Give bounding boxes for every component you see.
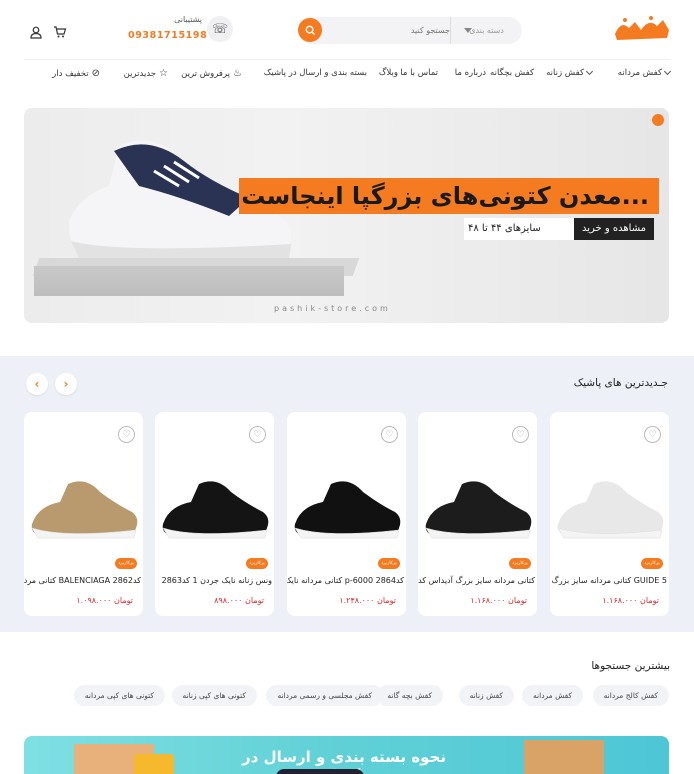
nav-item-contact[interactable]: تماس با ما xyxy=(400,68,438,78)
nav-item-about[interactable]: درباره ما xyxy=(455,68,486,78)
nav-item-newest[interactable]: جدیدترین ☆ xyxy=(124,68,168,79)
product-name[interactable]: کتانی مردانه سایز بزرگ آدیداس کد55 xyxy=(418,576,535,585)
nav-item-blog[interactable]: وبلاگ xyxy=(379,68,398,78)
banner-url: pashik-store.com xyxy=(274,304,391,313)
prev-arrow-button[interactable]: ‹ xyxy=(26,373,48,395)
cart-icon[interactable] xyxy=(53,24,67,38)
nav-item-label: بسته بندی و ارسال در پاشیک xyxy=(263,68,367,78)
product-card[interactable]: ♡ پرکاربرد کتانی مردانه BALENCIAGA کد2862 ۱… xyxy=(24,412,143,616)
product-card[interactable]: ♡ پرکاربرد کتانی مردانه نایک p-6000 کد2864… xyxy=(287,412,406,616)
product-price: ۱.۱۶۸.۰۰۰ تومان xyxy=(602,596,659,605)
nav-item-label: درباره ما xyxy=(454,68,486,78)
next-arrow-button[interactable]: › xyxy=(55,373,77,395)
nav-item-label: کفش مردانه xyxy=(617,68,662,78)
hero-banner[interactable]: معدن کتونی‌های بزرگپا اینجاست... مشاهده … xyxy=(24,108,669,323)
banner-headline: معدن کتونی‌های بزرگپا اینجاست... xyxy=(239,178,659,214)
nav-item-discounted[interactable]: تخفیف دار ⊘ xyxy=(52,68,100,79)
banner-sub: مشاهده و خرید سایزهای ۴۴ تا ۴۸ xyxy=(464,218,654,240)
search-icon xyxy=(305,25,315,35)
product-card[interactable]: ♡ پرکاربرد کتانی مردانه سایز بزرگ نایک GUI… xyxy=(550,412,669,616)
chevron-down-icon[interactable] xyxy=(464,28,472,33)
nav-item-label: پرفروش ترین xyxy=(181,68,231,79)
product-image xyxy=(425,481,532,539)
nav-item-label: تماس با ما xyxy=(400,68,438,78)
search-chip[interactable]: کفش زنانه xyxy=(458,685,514,706)
heart-icon[interactable]: ♡ xyxy=(249,426,266,443)
nav-item-packaging[interactable]: بسته بندی و ارسال در پاشیک xyxy=(264,68,367,78)
truck-icon xyxy=(134,754,174,774)
product-image xyxy=(162,481,269,539)
product-name[interactable]: کتانی مردانه BALENCIAGA کد2862 xyxy=(24,576,141,585)
search-chip[interactable]: کفش مردانه xyxy=(522,685,583,706)
heart-icon[interactable]: ♡ xyxy=(118,426,135,443)
nav-item-best-sellers[interactable]: پرفروش ترین ♨ xyxy=(181,68,242,79)
product-image xyxy=(557,481,664,539)
heart-icon[interactable]: ♡ xyxy=(381,426,398,443)
popular-badge: پرکاربرد xyxy=(509,558,531,569)
search-chip[interactable]: کفش کالج مردانه xyxy=(592,685,669,706)
phone-icon[interactable]: ☏ xyxy=(207,16,233,42)
product-price: ۱.۲۴۸.۰۰۰ تومان xyxy=(339,596,396,605)
section-title: جـدیدترین های پاشیک xyxy=(573,377,668,389)
search-chip[interactable]: کتونی های کپی مردانه xyxy=(73,685,165,706)
fire-icon: ♨ xyxy=(233,68,242,79)
nav-item-label: جدیدترین xyxy=(123,68,157,79)
packaging-banner[interactable]: نحوه بسته بندی و ارسال در پاشیک xyxy=(24,736,669,774)
popular-badge: پرکاربرد xyxy=(246,558,268,569)
banner-sizes: سایزهای ۴۴ تا ۴۸ xyxy=(468,223,541,234)
most-searched-title: بیشترین جستجوها xyxy=(591,660,670,672)
popular-badge: پرکاربرد xyxy=(641,558,663,569)
star-icon: ☆ xyxy=(159,68,168,79)
search-input[interactable] xyxy=(326,17,454,44)
product-image xyxy=(31,481,138,539)
nav-divider xyxy=(24,59,670,60)
product-image xyxy=(294,481,401,539)
chevron-down-icon xyxy=(663,67,672,76)
heart-icon[interactable]: ♡ xyxy=(512,426,529,443)
product-name[interactable]: ونس زنانه نایک جردن 1 کد2863 xyxy=(155,576,272,585)
user-icon[interactable] xyxy=(29,24,43,39)
nav-item-women-shoes[interactable]: کفش زنانه xyxy=(546,67,594,78)
product-name[interactable]: کتانی مردانه نایک p-6000 کد2864 xyxy=(287,576,404,585)
search-chip[interactable]: کفش مجلسی و رسمی مردانه xyxy=(266,685,383,706)
support-phone[interactable]: 09381715198 xyxy=(128,30,207,41)
nav-item-label: وبلاگ xyxy=(378,68,398,78)
popular-badge: پرکاربرد xyxy=(115,558,137,569)
search-chip[interactable]: کتونی های کپی زنانه xyxy=(171,685,257,706)
support-label: پشتیبانی xyxy=(174,15,202,24)
nav-item-label: کفش زنانه xyxy=(546,68,584,78)
nav-item-label: کفش بچگانه xyxy=(490,68,534,78)
boxes-image xyxy=(524,740,604,774)
popular-badge: پرکاربرد xyxy=(378,558,400,569)
percent-icon: ⊘ xyxy=(91,68,100,79)
category-select-label: دسته بندی xyxy=(469,26,504,35)
heart-icon[interactable]: ♡ xyxy=(644,426,661,443)
nav-item-label: تخفیف دار xyxy=(52,68,89,79)
packaging-button[interactable] xyxy=(276,769,364,774)
product-name[interactable]: کتانی مردانه سایز بزرگ نایک GUIDE 5 xyxy=(550,576,667,585)
display-stand-front xyxy=(34,266,344,296)
product-price: ۱.۰۹۸.۰۰۰ تومان xyxy=(76,596,133,605)
banner-decoration xyxy=(652,114,664,126)
search-chip[interactable]: کفش بچه گانه xyxy=(376,685,443,706)
chevron-down-icon xyxy=(585,67,594,76)
product-card[interactable]: ♡ پرکاربرد کتانی مردانه سایز بزرگ آدیداس ک… xyxy=(418,412,537,616)
main-nav: کفش مردانه کفش زنانه کفش بچگانه درباره م… xyxy=(24,67,672,84)
search-button[interactable] xyxy=(298,18,322,42)
banner-cta-button[interactable]: مشاهده و خرید xyxy=(573,218,654,240)
site-logo[interactable] xyxy=(611,14,673,46)
nav-item-kids-shoes[interactable]: کفش بچگانه xyxy=(490,68,534,78)
product-price: ۱.۱۶۸.۰۰۰ تومان xyxy=(470,596,527,605)
search-bar: دسته بندی xyxy=(298,17,522,44)
product-card[interactable]: ♡ پرکاربرد ونس زنانه نایک جردن 1 کد2863 ۸۹۸… xyxy=(155,412,274,616)
product-price: ۸۹۸.۰۰۰ تومان xyxy=(214,596,264,605)
nav-item-men-shoes[interactable]: کفش مردانه xyxy=(617,67,672,78)
category-select[interactable]: دسته بندی xyxy=(450,17,522,44)
